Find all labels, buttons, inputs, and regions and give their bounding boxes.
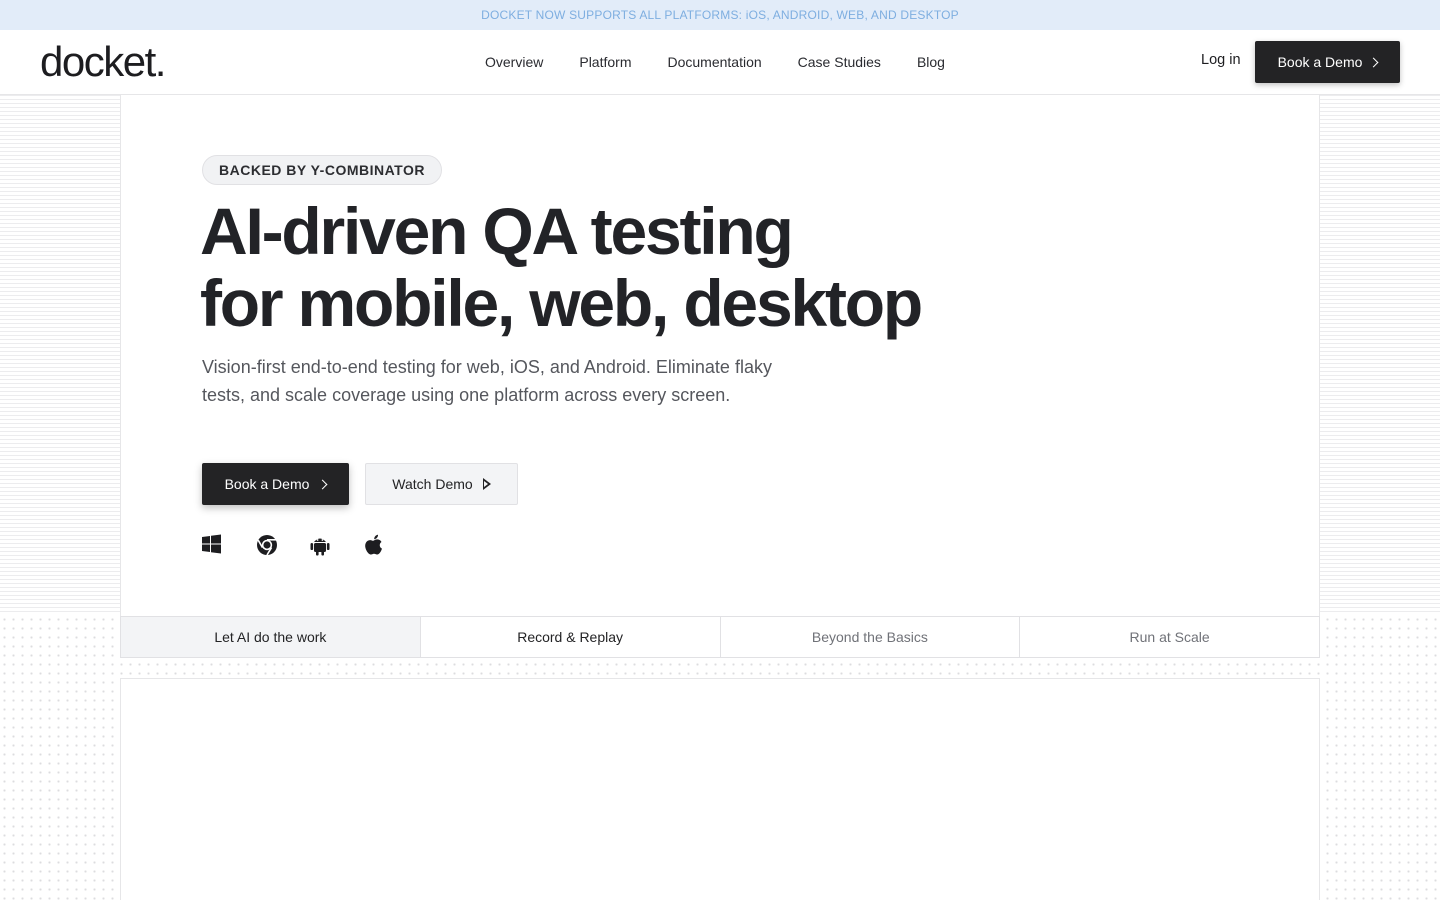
tab-let-ai-do-the-work[interactable]: Let AI do the work <box>121 617 421 657</box>
hero-title: AI-driven QA testing for mobile, web, de… <box>200 195 960 339</box>
watch-demo-button[interactable]: Watch Demo <box>365 463 518 505</box>
feature-panel <box>120 678 1320 900</box>
announcement-bar: DOCKET NOW SUPPORTS ALL PLATFORMS: iOS, … <box>0 0 1440 30</box>
apple-icon <box>364 534 418 556</box>
hero-title-line-1: AI-driven QA testing <box>200 194 794 268</box>
announcement-text: DOCKET NOW SUPPORTS ALL PLATFORMS: iOS, … <box>481 8 959 22</box>
feature-tabs: Let AI do the work Record & Replay Beyon… <box>120 616 1320 658</box>
nav-platform[interactable]: Platform <box>561 54 649 70</box>
book-demo-button[interactable]: Book a Demo <box>202 463 349 505</box>
logo[interactable]: docket. <box>40 38 166 86</box>
header-book-demo-button[interactable]: Book a Demo <box>1255 41 1400 83</box>
nav-case-studies[interactable]: Case Studies <box>780 54 899 70</box>
play-icon <box>482 478 491 490</box>
site-header: docket. Overview Platform Documentation … <box>0 30 1440 95</box>
tab-beyond-the-basics[interactable]: Beyond the Basics <box>721 617 1021 657</box>
nav-documentation[interactable]: Documentation <box>649 54 779 70</box>
chrome-icon <box>256 534 310 556</box>
windows-icon <box>202 534 256 556</box>
chevron-right-icon <box>317 479 328 490</box>
nav-overview[interactable]: Overview <box>467 54 561 70</box>
tab-record-replay[interactable]: Record & Replay <box>421 617 721 657</box>
hero-title-line-2: for mobile, web, desktop <box>200 266 923 340</box>
chevron-right-icon <box>1368 57 1379 68</box>
book-demo-label: Book a Demo <box>224 476 310 492</box>
android-icon <box>310 534 364 556</box>
platform-icons <box>202 534 418 556</box>
watch-demo-label: Watch Demo <box>392 476 473 492</box>
tab-run-at-scale[interactable]: Run at Scale <box>1020 617 1319 657</box>
hero-section: BACKED BY Y-COMBINATOR AI-driven QA test… <box>120 95 1320 616</box>
yc-badge: BACKED BY Y-COMBINATOR <box>202 155 442 185</box>
main-nav: Overview Platform Documentation Case Stu… <box>467 30 963 94</box>
nav-blog[interactable]: Blog <box>899 54 963 70</box>
header-book-demo-label: Book a Demo <box>1277 54 1363 70</box>
login-link[interactable]: Log in <box>1201 52 1241 68</box>
hero-subtitle: Vision-first end-to-end testing for web,… <box>202 357 772 405</box>
